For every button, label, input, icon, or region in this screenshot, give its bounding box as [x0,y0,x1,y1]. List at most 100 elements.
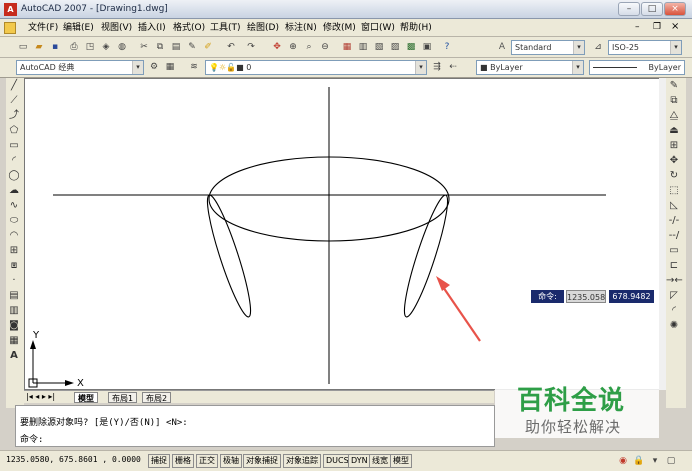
doc-restore-icon[interactable]: ❐ [653,22,661,32]
publish-icon[interactable]: ◈ [99,40,113,54]
plot-3d-icon[interactable]: ◍ [115,40,129,54]
hatch-icon[interactable]: ▤ [6,288,22,303]
dim-style-select[interactable]: ISO-25 ▾ [608,40,682,55]
menu-window[interactable]: 窗口(W) [361,22,395,34]
mirror-icon[interactable]: ⧋ [666,108,682,123]
extend-icon[interactable]: --/ [666,228,682,243]
menu-format[interactable]: 格式(O) [173,22,205,34]
fillet-icon[interactable]: ◜ [666,303,682,318]
polygon-icon[interactable]: ⬠ [6,123,22,138]
communication-center-icon[interactable]: ◉ [616,454,630,468]
tab-model[interactable]: 模型 [74,392,98,403]
block-editor-icon[interactable]: ✐ [201,40,215,54]
canvas-vertical-scrollbar[interactable] [659,78,666,390]
print-preview-icon[interactable]: ◳ [83,40,97,54]
make-block-icon[interactable]: ⧆ [6,258,22,273]
scale-icon[interactable]: ⬚ [666,183,682,198]
command-prompt[interactable]: 命令: [20,432,43,445]
join-icon[interactable]: →← [666,273,683,288]
drawing-canvas[interactable]: Y X [24,78,666,390]
break-icon[interactable]: ⊏ [666,258,682,273]
revision-cloud-icon[interactable]: ☁ [6,183,22,198]
cut-icon[interactable]: ✂ [137,40,151,54]
markup-icon[interactable]: ▩ [404,40,418,54]
menu-help[interactable]: 帮助(H) [400,22,432,34]
spline-icon[interactable]: ∿ [6,198,22,213]
dynamic-input-y[interactable]: 678.9482 [609,290,654,303]
ellipse-arc-icon[interactable]: ◠ [6,228,22,243]
menu-view[interactable]: 视图(V) [101,22,132,34]
point-icon[interactable]: · [6,273,22,288]
insert-block-icon[interactable]: ⊞ [6,243,22,258]
lineweight-toggle[interactable]: 线宽 [369,454,391,468]
match-properties-icon[interactable]: ✎ [185,40,199,54]
menu-file[interactable]: 文件(F) [28,22,58,34]
make-current-icon[interactable]: ⇶ [430,60,444,74]
dynamic-input-x[interactable]: 1235.058 [566,290,606,303]
doc-minimize-icon[interactable]: – [635,22,640,32]
polyline-icon[interactable]: ⤴ [6,108,22,123]
ellipse-icon[interactable]: ⬭ [6,213,22,228]
close-button[interactable]: × [664,2,686,16]
menu-insert[interactable]: 插入(I) [138,22,166,34]
table-icon[interactable]: ▦ [6,333,22,348]
zoom-previous-icon[interactable]: ⊖ [318,40,332,54]
menu-dimension[interactable]: 标注(N) [285,22,317,34]
undo-icon[interactable]: ↶ [224,40,238,54]
array-icon[interactable]: ⊞ [666,138,682,153]
tab-layout1[interactable]: 布局1 [108,392,138,403]
circle-icon[interactable]: ◯ [6,168,22,183]
status-menu-arrow-icon[interactable]: ▾ [648,454,662,468]
chevron-down-icon[interactable]: ▾ [573,41,584,54]
snap-toggle[interactable]: 捕捉 [148,454,170,468]
design-center-icon[interactable]: ▥ [356,40,370,54]
menu-edit[interactable]: 编辑(E) [63,22,94,34]
linetype-select[interactable]: ByLayer [589,60,685,75]
paste-icon[interactable]: ▤ [169,40,183,54]
tab-layout2[interactable]: 布局2 [142,392,172,403]
color-select[interactable]: ■ ByLayer ▾ [476,60,584,75]
model-toggle[interactable]: 模型 [390,454,412,468]
chevron-down-icon[interactable]: ▾ [572,61,583,74]
open-folder-icon[interactable]: ▰ [32,40,46,54]
calculator-icon[interactable]: ▣ [420,40,434,54]
workspace-settings-icon[interactable]: ⚙ [147,60,161,74]
sheet-set-icon[interactable]: ▨ [388,40,402,54]
chevron-down-icon[interactable]: ▾ [415,61,426,74]
chamfer-icon[interactable]: ◸ [666,288,682,303]
trim-icon[interactable]: -/- [666,213,682,228]
construction-line-icon[interactable]: ⟋ [6,93,22,108]
rotate-icon[interactable]: ↻ [666,168,682,183]
offset-icon[interactable]: ⏏ [666,123,682,138]
new-file-icon[interactable]: ▭ [16,40,30,54]
my-workspace-icon[interactable]: ▦ [163,60,177,74]
clean-screen-icon[interactable]: ▢ [664,454,678,468]
line-icon[interactable]: ╱ [6,78,22,93]
tool-palettes-icon[interactable]: ▧ [372,40,386,54]
menu-draw[interactable]: 绘图(D) [247,22,279,34]
save-icon[interactable]: ▪ [48,40,62,54]
pan-icon[interactable]: ✥ [270,40,284,54]
lock-toolbar-icon[interactable]: 🔒 [632,454,646,468]
maximize-button[interactable]: □ [641,2,663,16]
explode-icon[interactable]: ✺ [666,318,682,333]
print-icon[interactable]: ⎙ [67,40,81,54]
grid-toggle[interactable]: 栅格 [172,454,194,468]
document-icon[interactable] [4,22,16,34]
text-style-select[interactable]: Standard ▾ [511,40,585,55]
redo-icon[interactable]: ↷ [244,40,258,54]
minimize-button[interactable]: – [618,2,640,16]
otrack-toggle[interactable]: 对象追踪 [283,454,321,468]
erase-icon[interactable]: ✎ [666,78,682,93]
zoom-realtime-icon[interactable]: ⊕ [286,40,300,54]
layer-previous-icon[interactable]: ⇠ [446,60,460,74]
rectangle-icon[interactable]: ▭ [6,138,22,153]
tab-nav-arrows[interactable]: |◂ ◂ ▸ ▸| [26,392,55,401]
copy-icon[interactable]: ⧉ [153,40,167,54]
layer-manager-icon[interactable]: ≋ [187,60,201,74]
ortho-toggle[interactable]: 正交 [196,454,218,468]
doc-close-icon[interactable]: × [671,21,679,32]
copy-object-icon[interactable]: ⧉ [666,93,682,108]
properties-icon[interactable]: ▦ [340,40,354,54]
autocad-app-icon[interactable]: A [4,3,17,16]
